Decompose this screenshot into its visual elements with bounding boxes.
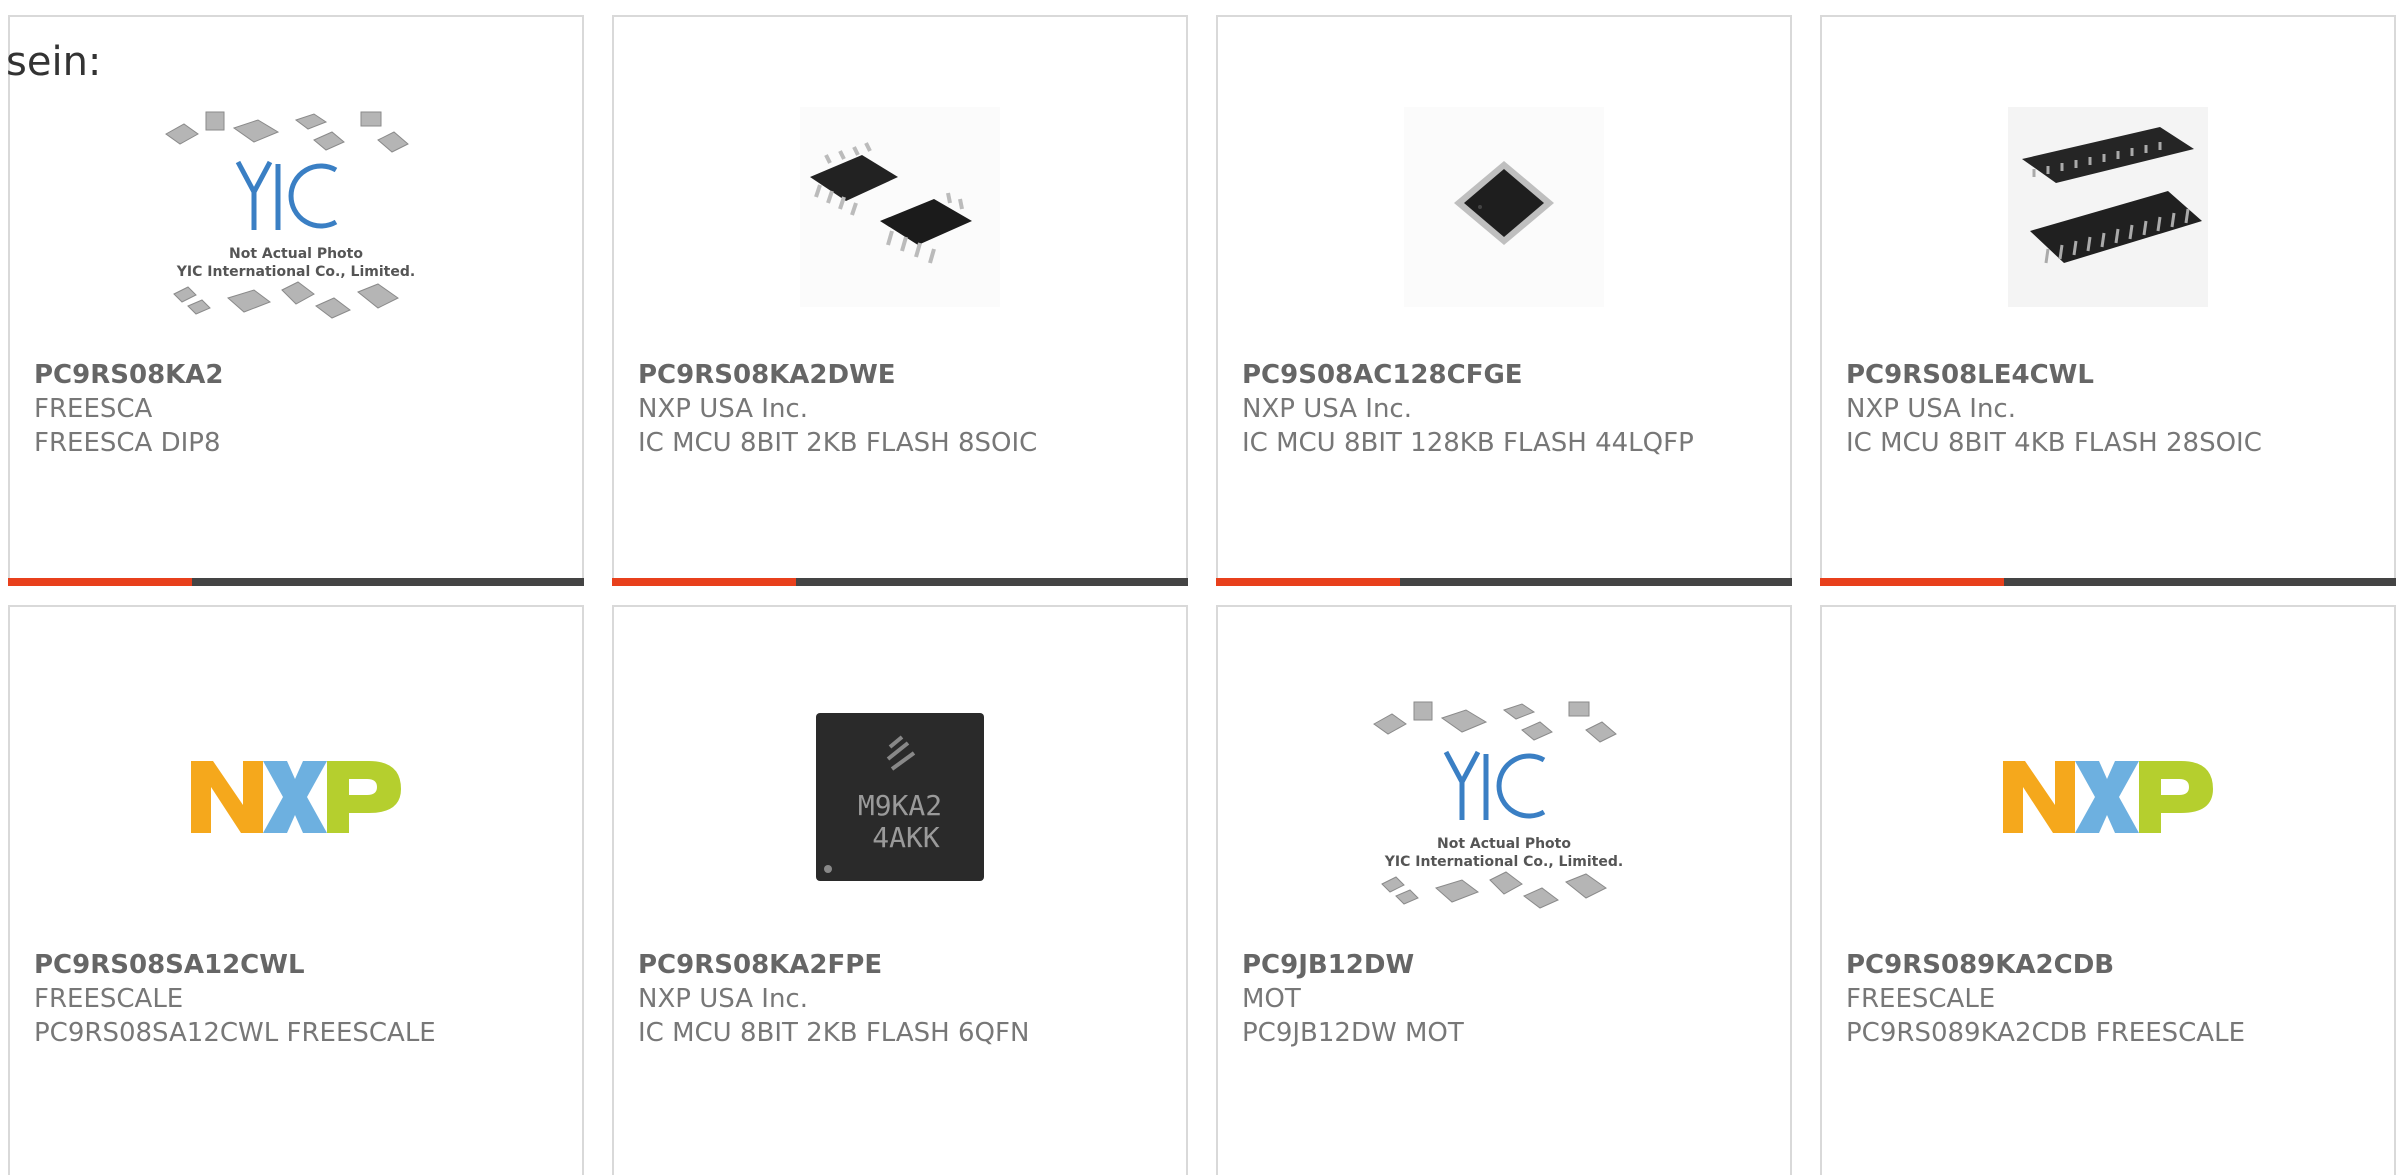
product-description: IC MCU 8BIT 2KB FLASH 8SOIC (638, 428, 1038, 458)
product-manufacturer: NXP USA Inc. (1242, 394, 1412, 424)
intro-text: sein: (6, 39, 102, 85)
product-manufacturer: NXP USA Inc. (1846, 394, 2016, 424)
nxp-logo-image (2003, 761, 2213, 833)
product-description: IC MCU 8BIT 2KB FLASH 6QFN (638, 1018, 1030, 1048)
placeholder-image: Not Actual Photo YIC International Co., … (10, 57, 582, 357)
product-description: PC9RS089KA2CDB FREESCALE (1846, 1018, 2246, 1048)
product-part-number[interactable]: PC9RS08SA12CWL (34, 948, 566, 982)
product-description: IC MCU 8BIT 128KB FLASH 44LQFP (1242, 428, 1694, 458)
placeholder-line2: YIC International Co., Limited. (1384, 854, 1623, 870)
product-grid: Not Actual Photo YIC International Co., … (0, 0, 2400, 1175)
product-description: IC MCU 8BIT 4KB FLASH 28SOIC (1846, 428, 2262, 458)
placeholder-line1: Not Actual Photo (1437, 836, 1571, 852)
product-part-number[interactable]: PC9JB12DW (1242, 948, 1774, 982)
chip-marking-line2: 4AKK (872, 821, 940, 854)
product-card[interactable]: PC9RS08LE4CWL NXP USA Inc. IC MCU 8BIT 4… (1820, 15, 2396, 586)
product-description: FREESCA DIP8 (34, 428, 221, 458)
product-part-number[interactable]: PC9RS08KA2FPE (638, 948, 1170, 982)
product-part-number[interactable]: PC9RS08KA2 (34, 358, 566, 392)
placeholder-image: Not Actual Photo YIC International Co., … (1218, 647, 1790, 947)
product-part-number[interactable]: PC9RS08KA2DWE (638, 358, 1170, 392)
soic8-chips-image (800, 107, 1000, 307)
soic28-chips-image (2008, 107, 2208, 307)
product-manufacturer: FREESCALE (34, 984, 184, 1014)
product-manufacturer: NXP USA Inc. (638, 984, 808, 1014)
product-card[interactable]: M9KA2 4AKK PC9RS08KA2FPE NXP USA Inc. IC… (612, 605, 1188, 1175)
product-manufacturer: FREESCA (34, 394, 153, 424)
product-manufacturer: NXP USA Inc. (638, 394, 808, 424)
product-description: PC9RS08SA12CWL FREESCALE (34, 1018, 436, 1048)
product-part-number[interactable]: PC9S08AC128CFGE (1242, 358, 1774, 392)
nxp-logo-image (191, 761, 401, 833)
lqfp-chip-image (1404, 107, 1604, 307)
card-accent-bar (612, 578, 1188, 586)
product-card[interactable]: PC9RS08SA12CWL FREESCALE PC9RS08SA12CWL … (8, 605, 584, 1175)
product-card[interactable]: Not Actual Photo YIC International Co., … (8, 15, 584, 586)
qfn-chip-image: M9KA2 4AKK (816, 713, 984, 881)
product-card[interactable]: PC9S08AC128CFGE NXP USA Inc. IC MCU 8BIT… (1216, 15, 1792, 586)
product-card[interactable]: PC9RS08KA2DWE NXP USA Inc. IC MCU 8BIT 2… (612, 15, 1188, 586)
placeholder-line2: YIC International Co., Limited. (176, 264, 415, 280)
card-accent-bar (1216, 578, 1792, 586)
product-description: PC9JB12DW MOT (1242, 1018, 1464, 1048)
card-accent-bar (8, 578, 584, 586)
product-manufacturer: FREESCALE (1846, 984, 1996, 1014)
product-part-number[interactable]: PC9RS08LE4CWL (1846, 358, 2378, 392)
product-card[interactable]: PC9RS089KA2CDB FREESCALE PC9RS089KA2CDB … (1820, 605, 2396, 1175)
product-manufacturer: MOT (1242, 984, 1301, 1014)
placeholder-line1: Not Actual Photo (229, 246, 363, 262)
product-card[interactable]: Not Actual Photo YIC International Co., … (1216, 605, 1792, 1175)
card-accent-bar (1820, 578, 2396, 586)
product-part-number[interactable]: PC9RS089KA2CDB (1846, 948, 2378, 982)
chip-marking-line1: M9KA2 (858, 789, 942, 822)
